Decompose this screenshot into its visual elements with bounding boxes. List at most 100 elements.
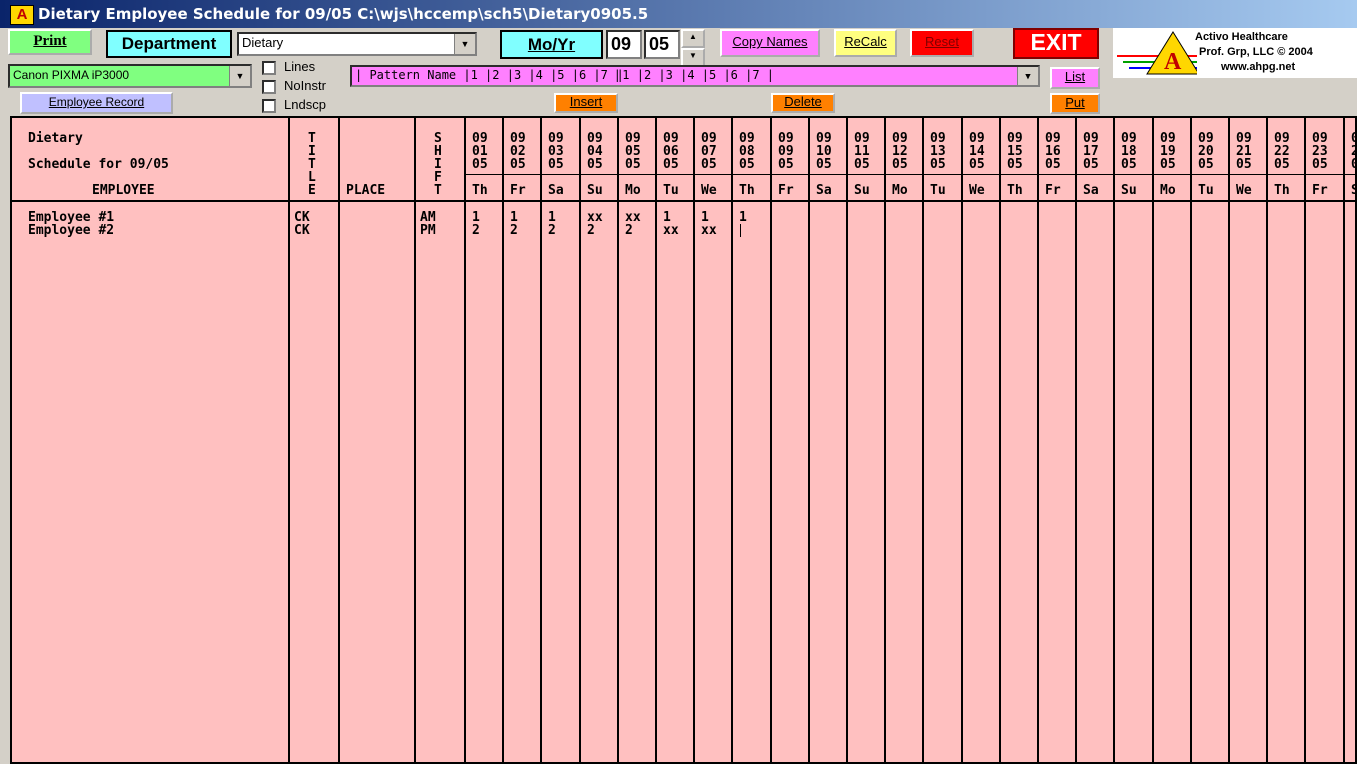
logo-line2: Prof. Grp, LLC © 2004 [1199, 46, 1313, 58]
schedule-cell[interactable]: xx [663, 224, 679, 237]
lines-checkbox[interactable]: Lines [262, 59, 315, 75]
day-column-header: 09 08 05 Th [739, 131, 755, 198]
day-column-header: 09 16 05 Fr [1045, 131, 1061, 198]
day-column-header: 09 10 05 Sa [816, 131, 832, 198]
printer-select[interactable]: Canon PIXMA iP3000 ▼ [8, 64, 252, 88]
spin-up-icon[interactable]: ▲ [681, 29, 705, 48]
recalc-button[interactable]: ReCalc [834, 29, 897, 57]
day-column-header: 09 01 05 Th [472, 131, 488, 198]
grid-line [1343, 118, 1345, 762]
employee-header: EMPLOYEE [92, 183, 155, 198]
day-column-header: 09 11 05 Su [854, 131, 870, 198]
day-column-header: 09 19 05 Mo [1160, 131, 1176, 198]
grid-line [922, 118, 924, 762]
list-button[interactable]: List [1050, 67, 1100, 89]
grid-line [502, 118, 504, 762]
exit-button[interactable]: EXIT [1013, 28, 1099, 59]
grid-line [617, 118, 619, 762]
day-column-header: 09 23 05 Fr [1312, 131, 1328, 198]
grid-line [540, 118, 542, 762]
department-select[interactable]: Dietary ▼ [237, 32, 477, 56]
grid-line [338, 118, 340, 762]
chevron-down-icon[interactable]: ▼ [229, 66, 250, 86]
insert-button[interactable]: Insert [554, 93, 618, 113]
schedule-cell[interactable]: 2 [510, 224, 518, 237]
employee-record-button[interactable]: Employee Record [20, 92, 173, 114]
day-column-header: 09 15 05 Th [1007, 131, 1023, 198]
day-column-header: 09 20 05 Tu [1198, 131, 1214, 198]
delete-button[interactable]: Delete [771, 93, 835, 113]
day-column-header: 09 13 05 Tu [930, 131, 946, 198]
noinstr-checkbox[interactable]: NoInstr [262, 78, 326, 94]
title-header: TITLE [308, 131, 316, 198]
chevron-down-icon[interactable]: ▼ [454, 34, 475, 54]
company-logo: A Activo Healthcare Prof. Grp, LLC © 200… [1113, 28, 1357, 78]
grid-line [414, 118, 416, 762]
pattern-select[interactable]: | Pattern Name |1 |2 |3 |4 |5 |6 |7 ‖1 |… [350, 65, 1040, 87]
month-field[interactable]: 09 [606, 30, 642, 59]
day-column-header: 09 05 05 Mo [625, 131, 641, 198]
day-column-header: 09 14 05 We [969, 131, 985, 198]
day-column-header: 09 07 05 We [701, 131, 717, 198]
shift-header: SHIFT [434, 131, 442, 198]
schedule-cell[interactable]: 1 [739, 211, 747, 224]
dept-heading: Dietary [28, 131, 83, 146]
grid-line [1113, 118, 1115, 762]
lndscp-checkbox[interactable]: Lndscp [262, 97, 326, 113]
window-title: Dietary Employee Schedule for 09/05 C:\w… [38, 5, 649, 23]
grid-line [579, 118, 581, 762]
place-header: PLACE [346, 183, 386, 198]
grid-line [1304, 118, 1306, 762]
day-column-header: 09 03 05 Sa [548, 131, 564, 198]
employee-name[interactable]: Employee #2 [28, 224, 114, 237]
schedule-grid[interactable]: Dietary Schedule for 09/05 EMPLOYEE TITL… [10, 116, 1357, 764]
grid-line [808, 118, 810, 762]
checkbox-icon[interactable] [262, 60, 276, 75]
schedule-cell[interactable]: xx [701, 224, 717, 237]
grid-line [731, 118, 733, 762]
reset-button[interactable]: Reset [910, 29, 974, 57]
grid-line [464, 118, 466, 762]
grid-line [693, 118, 695, 762]
schedule-cell[interactable]: 2 [548, 224, 556, 237]
grid-line [655, 118, 657, 762]
grid-line [999, 118, 1001, 762]
schedule-cell[interactable]: 2 [472, 224, 480, 237]
year-spinner[interactable]: ▲ ▼ [681, 29, 705, 67]
day-column-header: 09 18 05 Su [1121, 131, 1137, 198]
schedule-subtitle: Schedule for 09/05 [28, 157, 169, 172]
grid-line [961, 118, 963, 762]
text-cursor [740, 224, 741, 237]
employee-shift[interactable]: PM [420, 224, 436, 237]
checkbox-icon[interactable] [262, 79, 276, 94]
day-column-header: 09 02 05 Fr [510, 131, 526, 198]
grid-line [1152, 118, 1154, 762]
logo-line1: Activo Healthcare [1195, 31, 1288, 43]
day-column-header: 09 06 05 Tu [663, 131, 679, 198]
chevron-down-icon[interactable]: ▼ [1017, 67, 1038, 85]
logo-line3: www.ahpg.net [1221, 61, 1296, 73]
checkbox-icon[interactable] [262, 98, 276, 113]
grid-line [770, 118, 772, 762]
year-field[interactable]: 05 [644, 30, 680, 59]
schedule-cell[interactable]: 2 [625, 224, 633, 237]
moyr-button[interactable]: Mo/Yr [500, 30, 603, 59]
svg-text:A: A [1164, 49, 1182, 75]
grid-line [846, 118, 848, 762]
grid-line [884, 118, 886, 762]
logo-triangle-icon: A [1117, 31, 1197, 75]
copy-names-button[interactable]: Copy Names [720, 29, 820, 57]
put-button[interactable]: Put [1050, 93, 1100, 114]
print-button[interactable]: Print [8, 29, 92, 55]
grid-line [1190, 118, 1192, 762]
grid-line [1075, 118, 1077, 762]
schedule-cell[interactable]: 2 [587, 224, 595, 237]
grid-line [1037, 118, 1039, 762]
day-column-header: 092405Sa [1351, 132, 1355, 197]
grid-line [288, 118, 290, 762]
department-button[interactable]: Department [106, 30, 232, 58]
header-divider [12, 200, 1355, 202]
employee-title[interactable]: CK [294, 224, 310, 237]
grid-line [1266, 118, 1268, 762]
day-column-header: 09 17 05 Sa [1083, 131, 1099, 198]
